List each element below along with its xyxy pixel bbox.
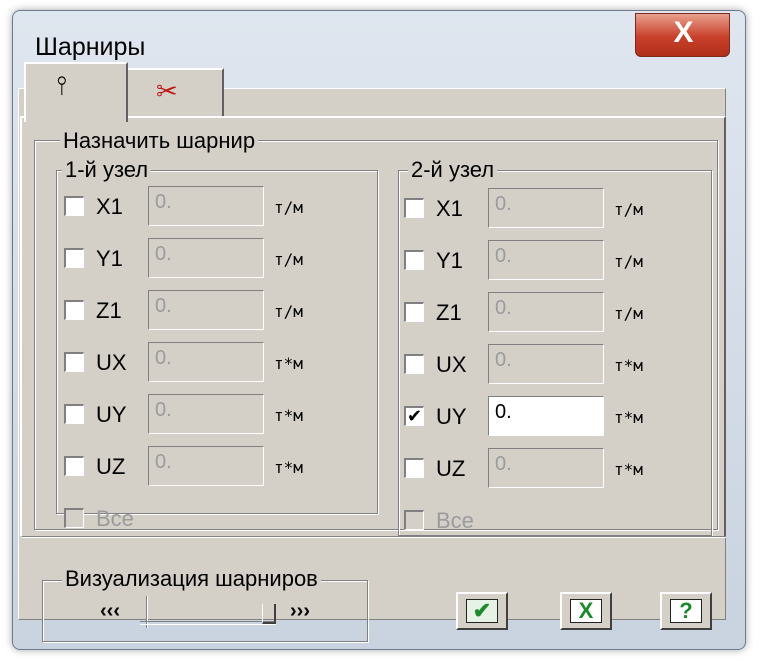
help-icon: ? [670,599,702,623]
cancel-button[interactable]: X [560,592,612,630]
help-button[interactable]: ? [660,592,712,630]
tab-page [20,116,726,536]
slider-right-arrow[interactable]: ››› [290,600,310,623]
tab-release[interactable]: ✂ [128,68,224,116]
visualization-label: Визуализация шарниров [62,566,321,592]
apply-button[interactable]: ✔ [456,592,508,630]
slider-track[interactable] [140,621,276,625]
slider-left-arrow[interactable]: ‹‹‹ [100,600,120,623]
window-title: Шарниры [35,33,146,61]
close-icon: X [673,16,694,49]
cancel-icon: X [570,599,602,623]
tab-hinge[interactable]: ⫯ [24,62,128,122]
scissors-icon: ✂ [156,76,178,106]
close-button[interactable]: X [635,13,730,57]
apply-icon: ✔ [466,599,498,623]
hinge-icon: ⫯ [56,70,68,100]
separator [22,536,726,538]
slider-thumb[interactable] [262,604,276,624]
